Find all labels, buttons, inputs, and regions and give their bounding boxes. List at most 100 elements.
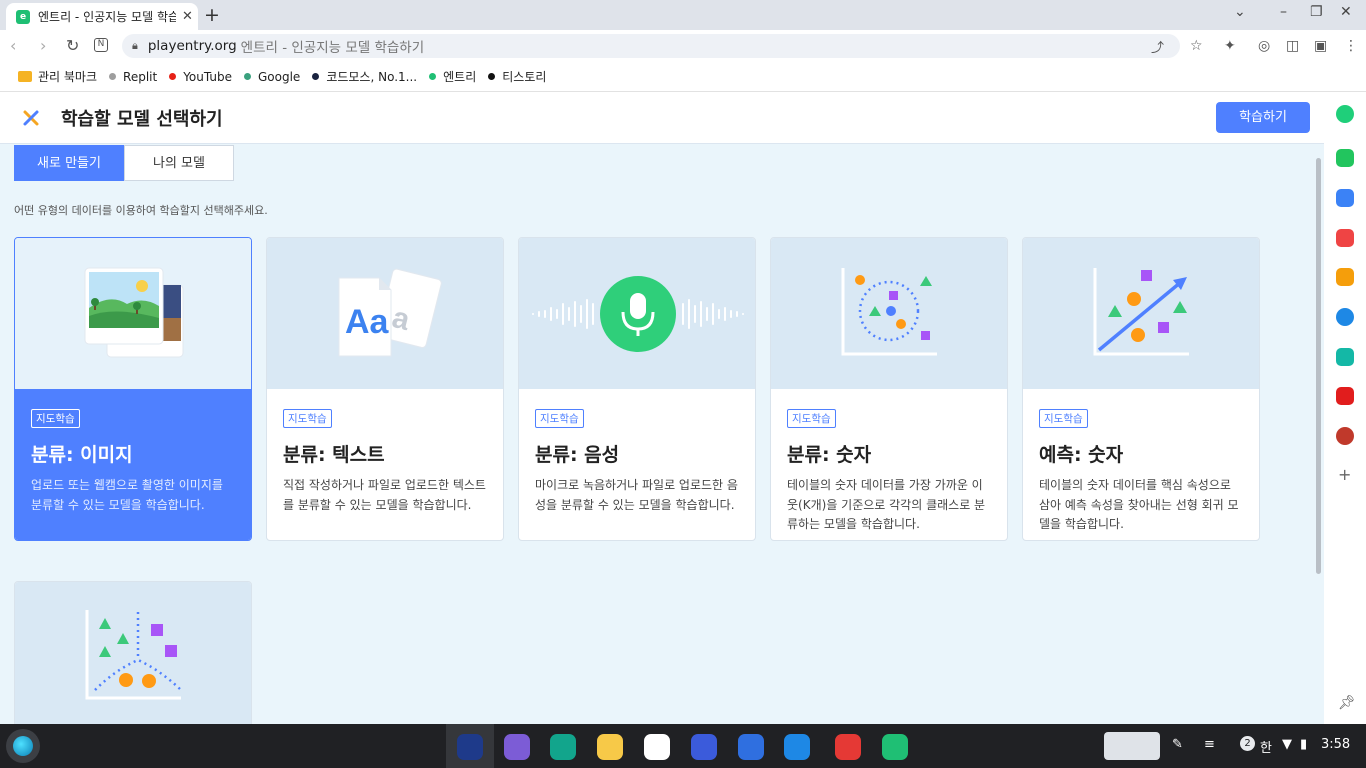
extensions-icon[interactable]: ✦ — [1224, 38, 1236, 54]
model-selection-area: 새로 만들기 나의 모델 어떤 유형의 데이터를 이용하여 학습할지 선택해주세… — [0, 144, 1324, 741]
pocket-icon[interactable] — [1336, 229, 1354, 247]
naver-extension-icon[interactable]: N — [94, 38, 108, 52]
audio-illustration — [519, 238, 755, 389]
app-classroom-icon[interactable] — [504, 734, 530, 760]
office-icon[interactable] — [1336, 427, 1354, 445]
ime-indicator[interactable]: 한 — [1260, 737, 1272, 756]
card-description: 테이블의 숫자 데이터를 핵심 속성으로 삼아 예측 속성을 찾아내는 선형 회… — [1039, 478, 1239, 531]
wifi-icon[interactable]: ▼ — [1282, 737, 1292, 752]
clipboard-icon[interactable]: ≡ — [1204, 737, 1215, 752]
browser-toolbar: ‹ › ↻ N 🔒︎ playentry.org 엔트리 - 인공지능 모델 학… — [0, 30, 1366, 62]
battery-icon[interactable]: ▮ — [1300, 737, 1307, 752]
camera-icon[interactable] — [1336, 348, 1354, 366]
notification-count[interactable]: 2 — [1240, 736, 1255, 751]
entry-icon — [429, 73, 437, 80]
card-description: 직접 작성하거나 파일로 업로드한 텍스트를 분류할 수 있는 모델을 학습합니… — [283, 478, 486, 512]
url-page-title: 엔트리 - 인공지능 모델 학습하기 — [240, 40, 425, 56]
star-icon[interactable] — [1336, 268, 1354, 286]
bookmark-item[interactable]: YouTube — [169, 70, 232, 84]
knn-illustration — [771, 238, 1007, 389]
card-number-classification[interactable]: 지도학습 분류: 숫자 테이블의 숫자 데이터를 가장 가까운 이웃(K개)을 … — [770, 237, 1008, 541]
scrollbar[interactable] — [1316, 158, 1321, 574]
app-calendar-icon[interactable] — [835, 734, 861, 760]
tab-title: 엔트리 - 인공지능 모델 학습하 — [38, 10, 176, 24]
tab-new-model[interactable]: 새로 만들기 — [14, 145, 124, 181]
bookmark-item[interactable]: Replit — [109, 70, 157, 84]
restore-icon[interactable]: ❐ — [1310, 4, 1323, 20]
app-cloud-icon[interactable] — [644, 734, 670, 760]
forward-icon[interactable]: › — [40, 36, 46, 55]
google-icon — [243, 73, 251, 80]
bookmark-item[interactable]: 티스토리 — [488, 68, 546, 85]
lock-icon: 🔒︎ — [132, 39, 138, 52]
add-icon[interactable]: + — [1338, 465, 1351, 484]
page-title: 학습할 모델 선택하기 — [61, 109, 223, 130]
tote-thumbnails[interactable] — [1104, 732, 1160, 760]
split-view-icon[interactable]: ◫ — [1286, 38, 1299, 54]
edge-icon[interactable] — [1336, 308, 1354, 326]
card-text-classification[interactable]: a Aa 지도학습 분류: 텍스트 직접 작성하거나 파일로 업로드한 텍스트를… — [266, 237, 504, 541]
card-title: 분류: 텍스트 — [283, 444, 385, 466]
side-panel-icon[interactable]: ▣ — [1314, 38, 1327, 54]
card-number-clustering[interactable] — [14, 581, 252, 741]
clock[interactable]: 3:58 — [1321, 737, 1350, 752]
taskbar: ✎ ≡ 2 한 ▼ ▮ 3:58 — [0, 724, 1366, 768]
menu-icon[interactable]: ⋮ — [1344, 38, 1358, 54]
bookmark-item[interactable]: Google — [243, 70, 300, 84]
text-illustration: a Aa — [267, 238, 503, 389]
entry-favicon: e — [16, 9, 30, 24]
entry-side-icon[interactable] — [1336, 105, 1354, 123]
svg-text:Aa: Aa — [345, 303, 390, 341]
card-title: 예측: 숫자 — [1039, 444, 1124, 466]
app-whale-icon[interactable] — [457, 734, 483, 760]
card-description: 테이블의 숫자 데이터를 가장 가까운 이웃(K개)을 기준으로 각각의 클래스… — [787, 478, 986, 531]
app-files-icon[interactable] — [597, 734, 623, 760]
browser-tab[interactable]: e 엔트리 - 인공지능 모델 학습하 ✕ — [6, 3, 198, 30]
card-number-prediction[interactable]: 지도학습 예측: 숫자 테이블의 숫자 데이터를 핵심 속성으로 삼아 예측 속… — [1022, 237, 1260, 541]
close-icon[interactable] — [20, 107, 42, 135]
reload-icon[interactable]: ↻ — [66, 36, 79, 55]
app-meet-icon[interactable] — [550, 734, 576, 760]
supervised-tag: 지도학습 — [787, 409, 836, 428]
youtube-side-icon[interactable] — [1336, 387, 1354, 405]
learn-button[interactable]: 학습하기 — [1216, 102, 1310, 133]
instruction-text: 어떤 유형의 데이터를 이용하여 학습할지 선택해주세요. — [14, 204, 268, 217]
back-icon[interactable]: ‹ — [10, 36, 16, 55]
bookmark-item[interactable]: 관리 북마크 — [18, 68, 97, 85]
tistory-icon — [488, 73, 496, 80]
bell-icon[interactable] — [1336, 149, 1354, 167]
launcher-icon[interactable] — [6, 729, 40, 763]
model-tabs: 새로 만들기 나의 모델 — [14, 145, 234, 181]
app-graduation-icon[interactable] — [691, 734, 717, 760]
briefcase-icon[interactable] — [1336, 189, 1354, 207]
supervised-tag: 지도학습 — [31, 409, 80, 428]
tab-search-icon[interactable]: ⌄ — [1234, 4, 1246, 20]
supervised-tag: 지도학습 — [283, 409, 332, 428]
address-bar[interactable]: 🔒︎ playentry.org 엔트리 - 인공지능 모델 학습하기 ⤴ — [122, 34, 1180, 58]
bookmark-star-icon[interactable]: ☆ — [1190, 38, 1203, 54]
card-title: 분류: 숫자 — [787, 444, 872, 466]
bookmark-item[interactable]: 엔트리 — [429, 68, 476, 85]
card-body: 지도학습 분류: 음성 마이크로 녹음하거나 파일로 업로드한 음성을 분류할 … — [519, 389, 755, 540]
pen-icon[interactable]: ✎ — [1172, 737, 1183, 752]
new-tab-button[interactable]: + — [204, 4, 220, 26]
card-image-classification[interactable]: 지도학습 분류: 이미지 업로드 또는 웹캠으로 촬영한 이미지를 분류할 수 … — [14, 237, 252, 541]
app-book-icon[interactable] — [784, 734, 810, 760]
share-icon[interactable]: ⤴ — [1151, 37, 1164, 56]
codemos-icon — [312, 73, 320, 80]
app-screen-icon[interactable] — [738, 734, 764, 760]
screenshot-icon[interactable]: ◎ — [1258, 38, 1270, 54]
bookmarks-bar: 관리 북마크 Replit YouTube Google 코드모스, No.1.… — [0, 62, 1366, 92]
app-entry-icon[interactable] — [882, 734, 908, 760]
tab-my-models[interactable]: 나의 모델 — [124, 145, 234, 181]
card-body: 지도학습 예측: 숫자 테이블의 숫자 데이터를 핵심 속성으로 삼아 예측 속… — [1023, 389, 1259, 540]
minimize-icon[interactable]: – — [1280, 4, 1287, 20]
pin-icon[interactable]: 📌︎ — [1338, 695, 1356, 711]
clustering-illustration — [15, 582, 251, 733]
bookmark-item[interactable]: 코드모스, No.1... — [312, 68, 417, 85]
window-close-icon[interactable]: ✕ — [1340, 4, 1352, 20]
tab-close-icon[interactable]: ✕ — [182, 9, 193, 24]
url-domain: playentry.org — [147, 38, 237, 54]
image-illustration — [15, 238, 251, 389]
card-audio-classification[interactable]: 지도학습 분류: 음성 마이크로 녹음하거나 파일로 업로드한 음성을 분류할 … — [518, 237, 756, 541]
